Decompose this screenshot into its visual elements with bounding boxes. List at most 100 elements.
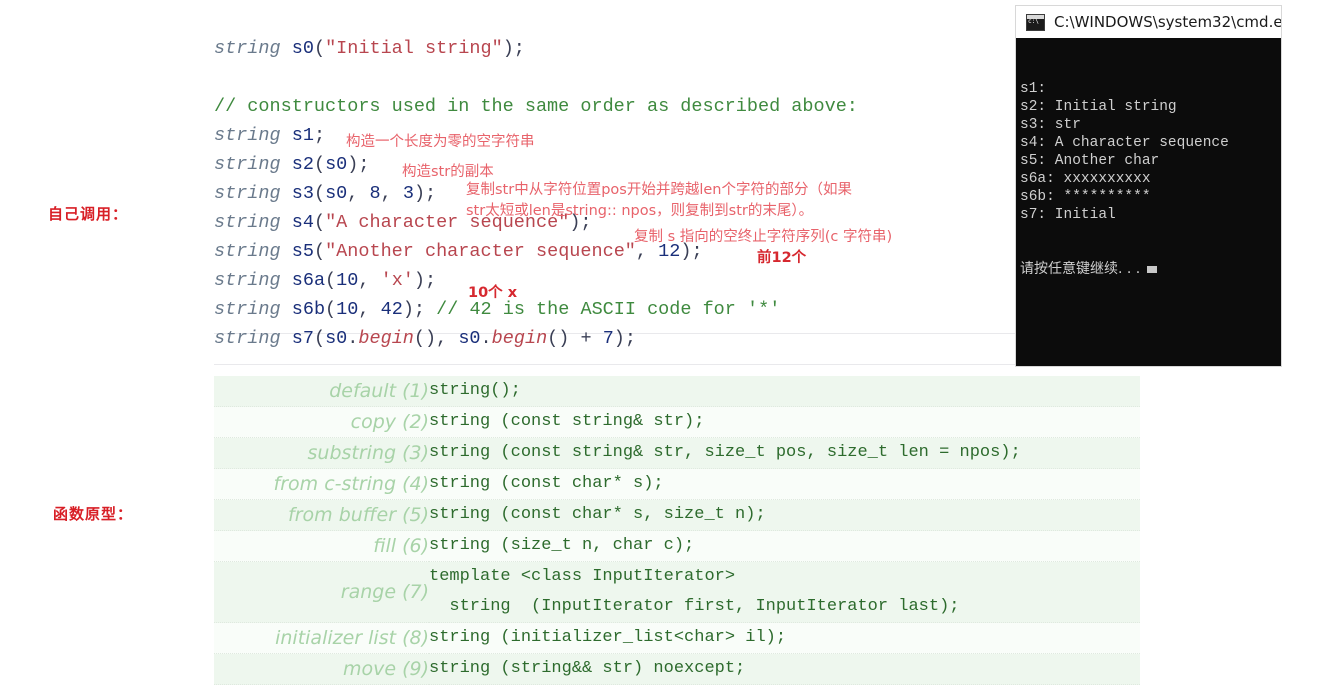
console-line: s4: A character sequence bbox=[1020, 135, 1229, 151]
code-line-blank1 bbox=[214, 63, 1014, 92]
annotation-s3-line1: 复制str中从字符位置pos开始并跨越len个字符的部分（如果 bbox=[466, 182, 852, 198]
code-line-s1: string s1; bbox=[214, 121, 1014, 150]
code-token: ( bbox=[325, 299, 337, 320]
code-token: 3 bbox=[402, 183, 414, 204]
code-token: ( bbox=[313, 241, 326, 262]
prototype-label: from buffer (5) bbox=[214, 499, 429, 531]
code-token: // constructors used in the same order a… bbox=[214, 96, 858, 117]
cmd-console-window[interactable]: C:\WINDOWS\system32\cmd.ex s1: s2: Initia… bbox=[1016, 6, 1281, 366]
section-label-self-call: 自己调用： bbox=[48, 205, 129, 223]
code-token: s6a bbox=[291, 270, 326, 291]
code-token: ); bbox=[347, 154, 370, 175]
code-token: . bbox=[480, 328, 492, 349]
code-token: "Initial string" bbox=[325, 38, 503, 59]
prototype-signature: template <class InputIterator> string (I… bbox=[429, 561, 1140, 623]
prototype-label: move (9) bbox=[214, 653, 429, 685]
code-token: s0 bbox=[291, 38, 314, 59]
table-row: copy (2) string (const string& str); bbox=[214, 406, 1140, 438]
code-token: s2 bbox=[291, 154, 314, 175]
table-row: initializer list (8) string (initializer_… bbox=[214, 622, 1140, 654]
code-token: (), bbox=[413, 328, 459, 349]
console-title: C:\WINDOWS\system32\cmd.ex bbox=[1054, 13, 1281, 31]
prototype-label: default (1) bbox=[214, 376, 429, 407]
code-token: ( bbox=[325, 270, 337, 291]
code-token: s7 bbox=[291, 328, 314, 349]
prototype-signature: string (const char* s); bbox=[429, 468, 1140, 500]
code-token: ( bbox=[313, 212, 326, 233]
annotation-s6a: 10个 x bbox=[468, 285, 518, 301]
prototype-label: initializer list (8) bbox=[214, 622, 429, 654]
code-token: s0 bbox=[458, 328, 481, 349]
code-token: , bbox=[358, 270, 381, 291]
code-token: ( bbox=[313, 154, 326, 175]
table-row: fill (6) string (size_t n, char c); bbox=[214, 530, 1140, 562]
code-token: s1 bbox=[291, 125, 314, 146]
code-token: // 42 is the ASCII code for '*' bbox=[436, 299, 781, 320]
code-token: begin bbox=[491, 328, 548, 349]
code-token: s0 bbox=[325, 328, 348, 349]
prototype-signature: string (const string& str); bbox=[429, 406, 1140, 438]
table-row: move (9) string (string&& str) noexcept; bbox=[214, 653, 1140, 685]
annotation-s4: 复制 s 指向的空终止字符序列(c 字符串) bbox=[634, 229, 893, 245]
code-line-s0: string s0("Initial string"); bbox=[214, 34, 1014, 63]
code-line-s2: string s2(s0); bbox=[214, 150, 1014, 179]
prototype-table: default (1) string(); copy (2) string (cons… bbox=[214, 376, 1140, 685]
code-token: string bbox=[214, 328, 281, 349]
code-token: 7 bbox=[602, 328, 614, 349]
code-line-s7: string s7(s0.begin(), s0.begin() + 7); bbox=[214, 324, 1014, 353]
cmd-icon bbox=[1026, 13, 1045, 31]
console-line: s1: bbox=[1020, 81, 1047, 97]
code-token: ( bbox=[313, 328, 326, 349]
prototype-label: copy (2) bbox=[214, 406, 429, 438]
code-line-s6a: string s6a(10, 'x'); bbox=[214, 266, 1014, 295]
code-token: . bbox=[347, 328, 359, 349]
console-prompt-text: 请按任意键继续. . . bbox=[1020, 261, 1141, 277]
code-token: ); bbox=[502, 38, 525, 59]
code-token: 10 bbox=[336, 299, 359, 320]
table-row: substring (3) string (const string& str, … bbox=[214, 437, 1140, 469]
table-row: default (1) string(); bbox=[214, 376, 1140, 407]
code-token: string bbox=[214, 241, 281, 262]
code-token: ); bbox=[413, 270, 437, 291]
console-output: s1: s2: Initial string s3: str s4: A charac… bbox=[1016, 38, 1281, 314]
prototype-label: substring (3) bbox=[214, 437, 429, 469]
prototype-signature: string (const string& str, size_t pos, s… bbox=[429, 437, 1140, 469]
code-token: ); bbox=[402, 299, 426, 320]
code-token: s6b bbox=[291, 299, 326, 320]
code-line-comment1: // constructors used in the same order a… bbox=[214, 92, 1014, 121]
prototype-signature: string (string&& str) noexcept; bbox=[429, 653, 1140, 685]
prototype-label: fill (6) bbox=[214, 530, 429, 562]
code-line-s5: string s5("Another character sequence", … bbox=[214, 237, 1014, 266]
section-label-prototype: 函数原型： bbox=[53, 505, 134, 523]
annotation-s3-line2: str太短或len是string:: npos，则复制到str的末尾）。 bbox=[466, 203, 814, 219]
prototype-label: range (7) bbox=[214, 561, 429, 623]
code-token: 'x' bbox=[380, 270, 414, 291]
console-line: s6b: ********** bbox=[1020, 189, 1151, 205]
code-token: string bbox=[214, 270, 281, 291]
prototype-signature: string (size_t n, char c); bbox=[429, 530, 1140, 562]
code-token: ); bbox=[613, 328, 637, 349]
code-token: 42 bbox=[380, 299, 403, 320]
code-token: "Another character sequence" bbox=[325, 241, 636, 262]
console-line: s2: Initial string bbox=[1020, 99, 1177, 115]
code-token: s0 bbox=[325, 183, 348, 204]
table-row: from buffer (5) string (const char* s, si… bbox=[214, 499, 1140, 531]
console-line: s5: Another char bbox=[1020, 153, 1160, 169]
code-token: s3 bbox=[291, 183, 314, 204]
code-token: begin bbox=[358, 328, 414, 349]
code-token: string bbox=[214, 212, 281, 233]
console-titlebar[interactable]: C:\WINDOWS\system32\cmd.ex bbox=[1016, 6, 1281, 38]
code-token: () + bbox=[547, 328, 603, 349]
prototype-signature: string (initializer_list<char> il); bbox=[429, 622, 1140, 654]
prototype-signature: string (const char* s, size_t n); bbox=[429, 499, 1140, 531]
annotation-s1: 构造一个长度为零的空字符串 bbox=[346, 134, 535, 150]
